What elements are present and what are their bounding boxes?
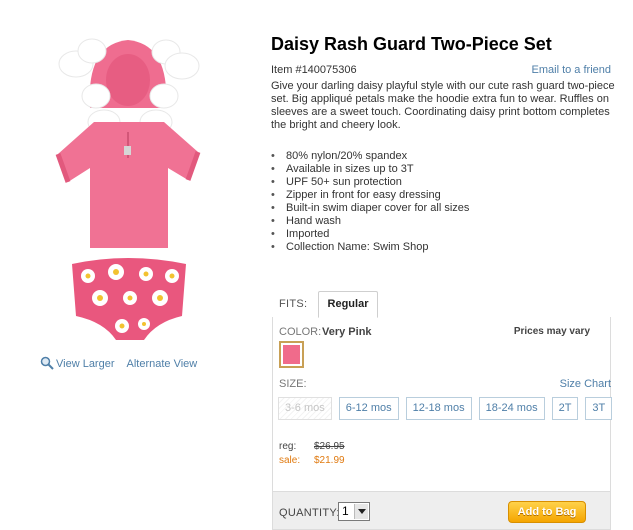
feature-item: Imported: [271, 228, 469, 241]
swatch-fill: [283, 345, 300, 364]
email-friend-link[interactable]: Email to a friend: [532, 64, 611, 76]
size-option-2t[interactable]: 2T: [551, 397, 579, 420]
feature-item: Collection Name: Swim Shop: [271, 241, 469, 254]
feature-item: Built-in swim diaper cover for all sizes: [271, 202, 469, 215]
alternate-view-link[interactable]: Alternate View: [127, 358, 198, 370]
color-swatch-very-pink[interactable]: [279, 341, 304, 368]
fits-label: FITS:: [279, 298, 308, 310]
size-option-3t[interactable]: 3T: [585, 397, 613, 420]
feature-item: Zipper in front for easy dressing: [271, 189, 469, 202]
product-image: [55, 38, 201, 340]
prices-vary-note: Prices may vary: [513, 326, 590, 337]
size-chart-link[interactable]: Size Chart: [560, 378, 611, 390]
product-title: Daisy Rash Guard Two-Piece Set: [271, 34, 552, 54]
sale-price-label: sale:: [279, 455, 301, 466]
size-options: 3-6 mos 6-12 mos 12-18 mos 18-24 mos 2T …: [278, 397, 613, 420]
item-number: Item #140075306: [271, 64, 357, 76]
feature-list: 80% nylon/20% spandex Available in sizes…: [271, 150, 469, 254]
color-value: Very Pink: [322, 326, 372, 338]
product-description: Give your darling daisy playful style wi…: [271, 80, 615, 131]
size-option-12-18-mos[interactable]: 12-18 mos: [405, 397, 472, 420]
sale-price: $21.99: [314, 455, 345, 466]
image-links: View Larger Alternate View: [40, 356, 197, 373]
feature-item: 80% nylon/20% spandex: [271, 150, 469, 163]
feature-item: Hand wash: [271, 215, 469, 228]
regular-price-label: reg:: [279, 441, 297, 452]
magnifier-icon[interactable]: [40, 356, 54, 373]
quantity-value: 1: [342, 504, 349, 518]
size-option-18-24-mos[interactable]: 18-24 mos: [478, 397, 545, 420]
quantity-select[interactable]: 1: [338, 502, 370, 521]
chevron-down-icon: [354, 504, 368, 519]
add-to-bag-button[interactable]: Add to Bag: [508, 501, 586, 523]
color-label: COLOR:: [279, 326, 322, 338]
feature-item: Available in sizes up to 3T: [271, 163, 469, 176]
size-option-3-6-mos: 3-6 mos: [278, 397, 332, 420]
quantity-label: QUANTITY:: [279, 507, 340, 519]
feature-item: UPF 50+ sun protection: [271, 176, 469, 189]
regular-price: $26.95: [314, 441, 345, 452]
view-larger-link[interactable]: View Larger: [56, 358, 115, 370]
tab-regular[interactable]: Regular: [318, 291, 378, 318]
size-option-6-12-mos[interactable]: 6-12 mos: [338, 397, 399, 420]
size-label: SIZE:: [279, 378, 307, 390]
